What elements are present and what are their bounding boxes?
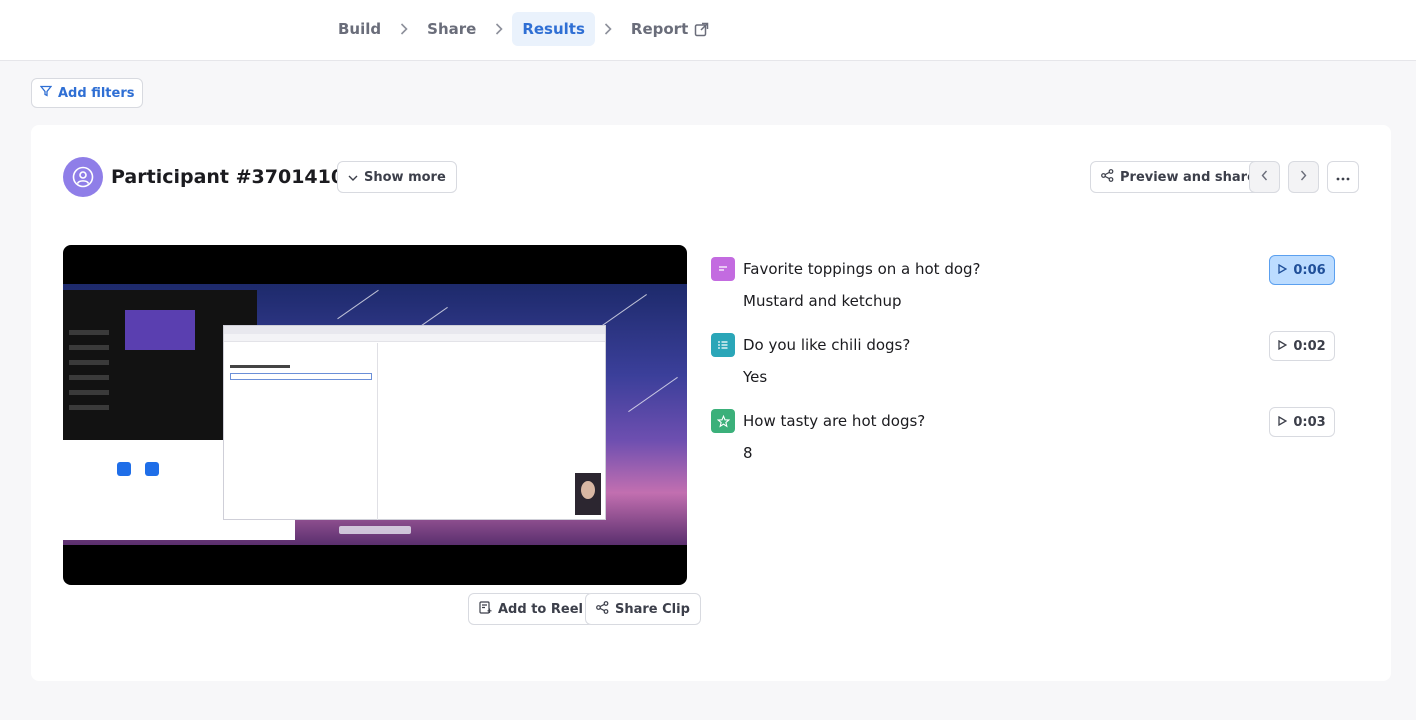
star-icon xyxy=(711,409,735,433)
participant-card: Participant #370141083 Show more Preview… xyxy=(31,125,1391,681)
tab-results[interactable]: Results xyxy=(512,12,595,46)
browser-window xyxy=(223,325,606,520)
add-filters-button[interactable]: Add filters xyxy=(31,78,144,108)
answer-text: 8 xyxy=(743,444,753,462)
play-icon xyxy=(1278,339,1288,354)
next-participant-button[interactable] xyxy=(1288,161,1319,193)
timestamp-button[interactable]: 0:02 xyxy=(1269,331,1335,361)
filter-icon xyxy=(39,85,53,101)
screen-recording xyxy=(63,284,687,545)
share-icon xyxy=(596,600,609,618)
previous-participant-button[interactable] xyxy=(1249,161,1280,193)
answer-text: Yes xyxy=(743,368,768,386)
chevron-right-icon xyxy=(1300,170,1307,185)
dock xyxy=(339,526,411,534)
show-more-button[interactable]: Show more xyxy=(337,161,457,193)
more-horizontal-icon xyxy=(1336,170,1350,185)
reel-icon xyxy=(479,600,492,618)
breadcrumb: Build Share Results Report xyxy=(328,12,719,46)
share-clip-button[interactable]: Share Clip xyxy=(585,593,701,625)
webcam-feed xyxy=(575,473,601,515)
chevron-right-icon xyxy=(595,23,621,35)
share-icon xyxy=(1101,168,1114,186)
user-icon xyxy=(72,166,94,188)
play-icon xyxy=(1278,263,1288,278)
answer-text: Mustard and ketchup xyxy=(743,292,902,310)
tab-build[interactable]: Build xyxy=(328,12,391,46)
add-to-reel-button[interactable]: Add to Reel xyxy=(468,593,594,625)
chevron-left-icon xyxy=(1261,170,1268,185)
chevron-down-icon xyxy=(348,170,358,185)
top-nav: Build Share Results Report xyxy=(0,0,1416,61)
timestamp-button[interactable]: 0:06 xyxy=(1269,255,1335,285)
external-link-icon xyxy=(694,22,709,37)
more-options-button[interactable] xyxy=(1327,161,1359,193)
page-title: Participant #370141083 xyxy=(111,166,371,188)
text-icon xyxy=(711,257,735,281)
chevron-right-icon xyxy=(486,23,512,35)
tab-share[interactable]: Share xyxy=(417,12,486,46)
play-icon xyxy=(1278,415,1288,430)
video-player[interactable] xyxy=(63,245,687,585)
list-icon xyxy=(711,333,735,357)
tab-report[interactable]: Report xyxy=(621,12,719,46)
avatar xyxy=(63,157,103,197)
question-text: Do you like chili dogs? xyxy=(743,336,911,354)
chevron-right-icon xyxy=(391,23,417,35)
question-text: How tasty are hot dogs? xyxy=(743,412,926,430)
preview-and-share-button[interactable]: Preview and share xyxy=(1090,161,1267,193)
timestamp-button[interactable]: 0:03 xyxy=(1269,407,1335,437)
question-text: Favorite toppings on a hot dog? xyxy=(743,260,981,278)
